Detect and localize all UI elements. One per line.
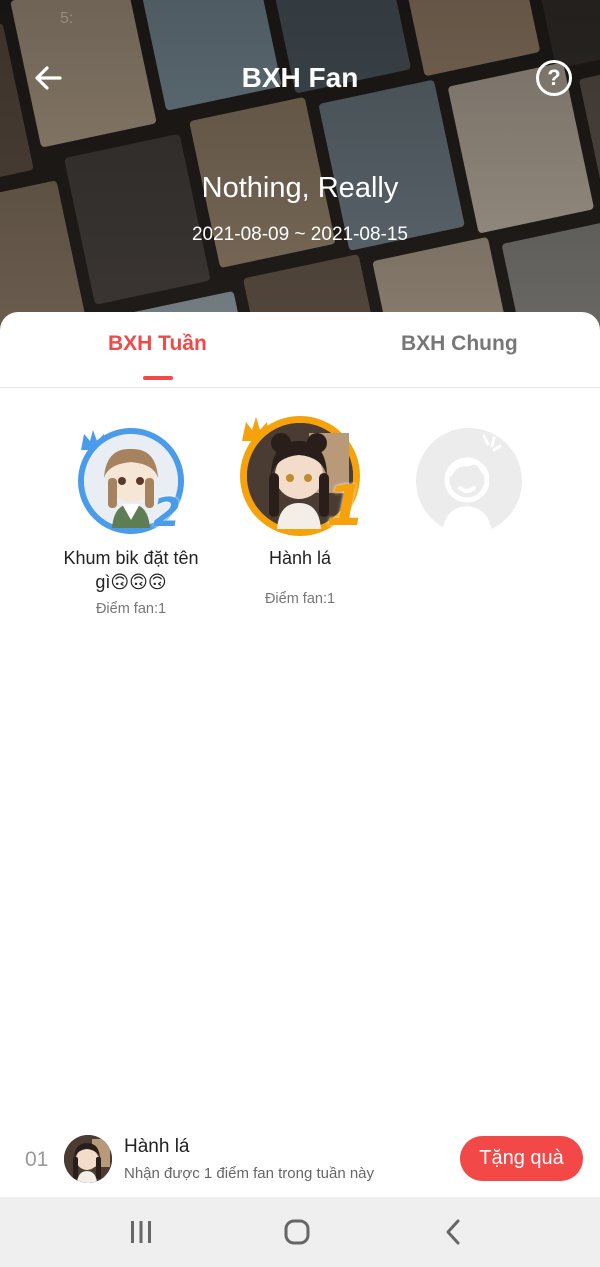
active-tab-indicator [143, 376, 173, 380]
system-back-button[interactable] [433, 1215, 473, 1249]
current-user-description: Nhận được 1 điểm fan trong tuần này [124, 1165, 375, 1182]
back-chevron-icon [446, 1219, 460, 1245]
tab-overall-ranking[interactable]: BXH Chung [401, 332, 518, 356]
tab-bar: BXH Tuần BXH Chung [0, 312, 600, 388]
anime-girl-avatar-image [64, 1135, 112, 1183]
current-user-rank: 01 [25, 1148, 49, 1171]
status-bar-time: 5: [60, 10, 74, 27]
current-user-name: Hành lá [124, 1136, 190, 1157]
header-banner: 5: BXH Fan ? Nothing, Really 2021-08-09 … [0, 0, 600, 330]
fan-name: Hành lá [268, 548, 332, 568]
system-navigation-bar [0, 1197, 600, 1267]
help-button[interactable]: ? [536, 60, 572, 96]
fan-score: Điểm fan:1 [95, 601, 167, 617]
avatar [64, 1135, 112, 1183]
question-circle-icon: ? [547, 65, 561, 90]
home-button[interactable] [277, 1215, 317, 1249]
home-icon [284, 1219, 310, 1245]
song-title: Nothing, Really [201, 172, 399, 204]
date-range: 2021-08-09 ~ 2021-08-15 [191, 224, 409, 245]
page-title: BXH Fan [241, 62, 359, 93]
recent-apps-icon [131, 1221, 151, 1243]
fan-score: Điểm fan:1 [264, 591, 336, 607]
rank-number: 1 [326, 474, 365, 539]
podium-rank-3-empty-slot [416, 428, 522, 534]
recent-apps-button[interactable] [121, 1215, 161, 1249]
tab-weekly-ranking[interactable]: BXH Tuần [108, 332, 207, 356]
fan-name: Khum bik đặt tên gì🙃🙃🙃 [63, 548, 199, 592]
rank-number: 2 [153, 490, 181, 536]
send-gift-button[interactable]: Tặng quà [460, 1136, 583, 1181]
default-user-icon [442, 434, 502, 534]
current-user-rank-row: 01 Hành lá Nhận được 1 điểm fan trong tu… [0, 1120, 600, 1197]
